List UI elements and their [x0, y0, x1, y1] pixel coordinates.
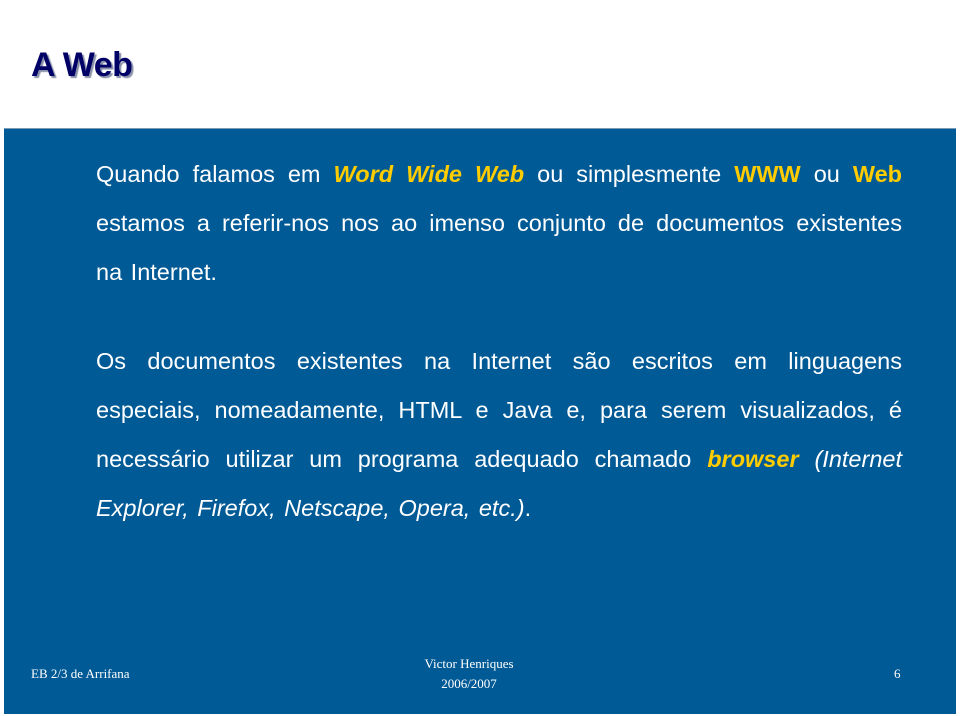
year: 2006/2007: [441, 676, 497, 691]
slide-title: A Web: [31, 46, 133, 84]
footer-school: EB 2/3 de Arrifana: [31, 666, 130, 681]
highlight-term: WWW: [734, 161, 801, 187]
text: ou simplesmente: [524, 161, 735, 187]
highlight-term: Word Wide Web: [333, 161, 525, 187]
content-panel: Quando falamos em Word Wide Web ou simpl…: [4, 128, 956, 714]
text: estamos a referir-nos nos ao imenso conj…: [96, 210, 902, 285]
highlight-term: Web: [852, 161, 903, 187]
highlight-term: browser: [707, 446, 799, 472]
paragraph-www: Quando falamos em Word Wide Web ou simpl…: [96, 150, 902, 297]
text: .: [524, 495, 532, 521]
text: ou: [800, 161, 853, 187]
footer-author: Victor Henriques 2006/2007: [394, 654, 544, 694]
page-number: 6: [894, 666, 901, 681]
author: Victor Henriques: [424, 656, 514, 671]
paragraph-browser: Os documentos existentes na Internet são…: [96, 337, 902, 533]
text: Quando falamos em: [96, 161, 334, 187]
